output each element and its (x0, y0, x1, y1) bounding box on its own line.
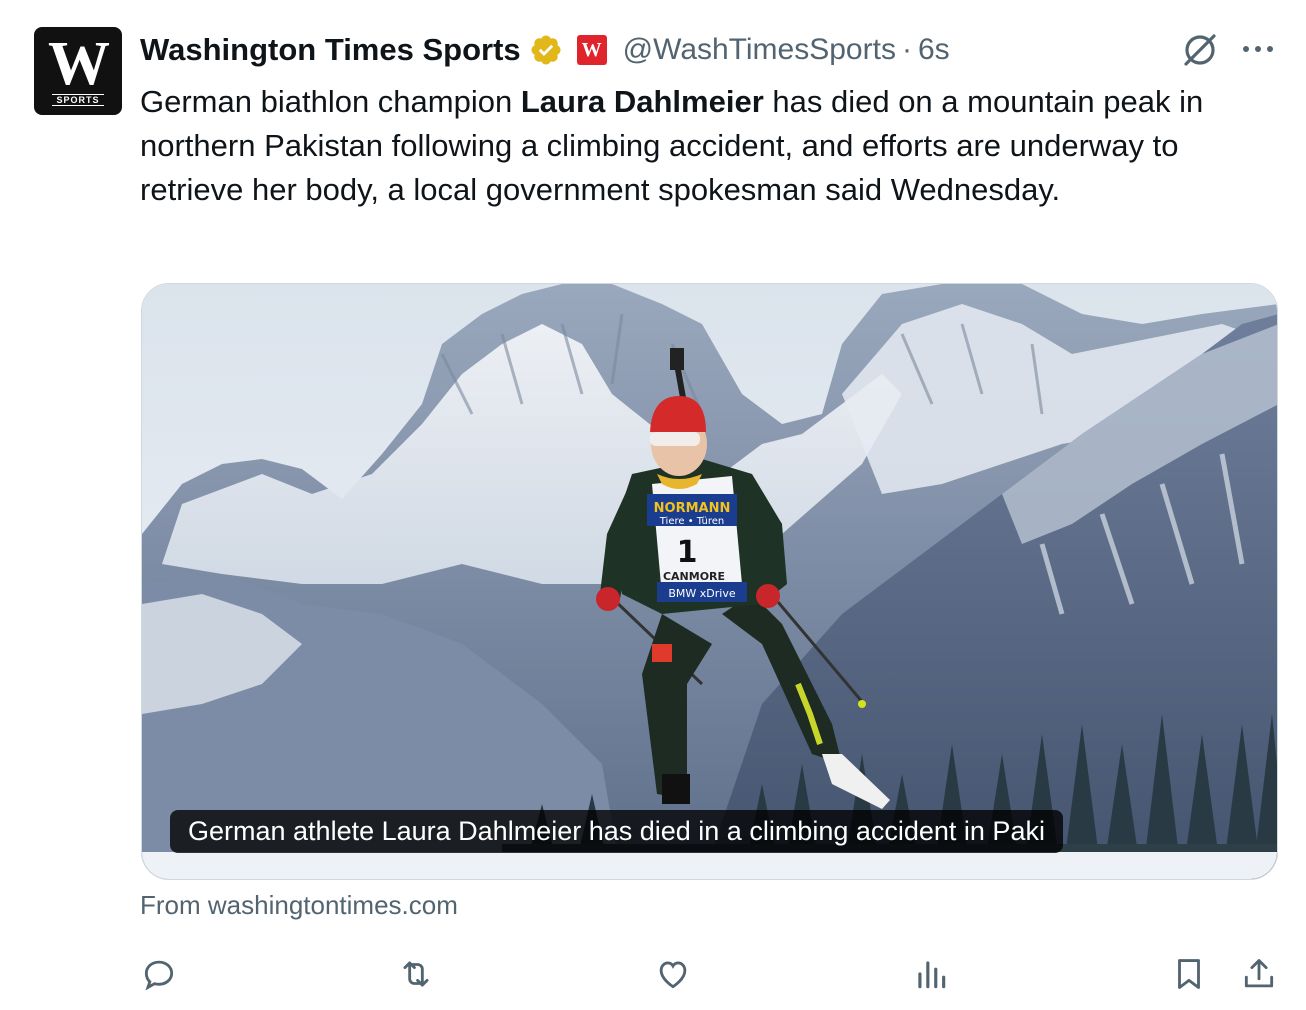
repost-icon (403, 961, 429, 987)
tweet-text-name: Laura Dahlmeier (520, 84, 764, 119)
tweet-text: German biathlon champion Laura Dahlmeier… (140, 80, 1280, 212)
tweet-text-start: German biathlon champion (140, 84, 521, 119)
media-photo: NORMANN Tiere • Türen 1 CANMORE BMW xDri… (142, 284, 1277, 879)
reply-icon (144, 960, 174, 991)
bib-brand-sub: Tiere • Türen (659, 516, 725, 527)
like-button[interactable] (654, 955, 694, 995)
media-caption: German athlete Laura Dahlmeier has died … (170, 810, 1063, 853)
bookmark-icon (1178, 959, 1200, 989)
post-time[interactable]: 6s (918, 33, 950, 67)
avatar-logo-letter: W (48, 30, 110, 98)
share-icon (1244, 959, 1274, 988)
grok-icon[interactable] (1180, 30, 1220, 70)
tweet[interactable]: W SPORTS Washington Times Sports W @Wash… (0, 0, 1306, 1010)
tweet-media[interactable]: NORMANN Tiere • Türen 1 CANMORE BMW xDri… (141, 283, 1278, 880)
affiliate-badge-letter: W (581, 38, 602, 61)
tweet-header: Washington Times Sports W @WashTimesSpor… (140, 28, 950, 72)
verified-badge-icon[interactable] (529, 33, 563, 67)
views-button[interactable] (912, 955, 952, 995)
avatar[interactable]: W SPORTS (34, 27, 122, 115)
bib-brand: NORMANN (654, 501, 731, 516)
more-icon[interactable] (1240, 34, 1276, 64)
author-name[interactable]: Washington Times Sports (140, 32, 521, 68)
affiliate-badge-icon[interactable]: W (576, 35, 607, 65)
bib-sponsor: BMW xDrive (668, 587, 735, 600)
share-button[interactable] (1240, 955, 1280, 995)
separator-dot: · (901, 33, 912, 66)
bookmark-button[interactable] (1170, 955, 1210, 995)
bib-event: CANMORE (663, 570, 725, 583)
like-icon (659, 961, 687, 989)
avatar-logo-subtext: SPORTS (52, 94, 104, 106)
views-icon (918, 961, 946, 989)
author-handle[interactable]: @WashTimesSports (623, 33, 896, 67)
link-source[interactable]: From washingtontimes.com (140, 890, 458, 921)
bib-number: 1 (677, 535, 698, 570)
reply-button[interactable] (140, 955, 180, 995)
repost-button[interactable] (397, 955, 437, 995)
